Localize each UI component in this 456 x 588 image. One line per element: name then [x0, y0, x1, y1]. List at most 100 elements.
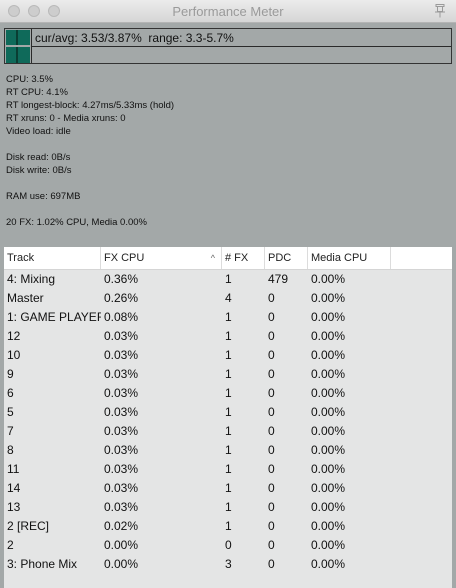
table-cell: 2	[7, 538, 14, 552]
table-row[interactable]: 3: Phone Mix 0.00% 3 0 0.00%	[4, 555, 452, 574]
table-cell: 0.00%	[311, 310, 346, 324]
table-cell: 0.03%	[104, 405, 139, 419]
table-cell: 3: Phone Mix	[7, 557, 78, 571]
table-cell: 0.00%	[104, 557, 139, 571]
table-cell: 0.03%	[104, 386, 139, 400]
table-cell: 0.08%	[104, 310, 139, 324]
table-cell: 0	[268, 481, 275, 495]
table-cell: 5	[7, 405, 14, 419]
table-cell: 0.03%	[104, 424, 139, 438]
table-cell: 1	[225, 405, 232, 419]
table-cell: 0	[268, 462, 275, 476]
table-cell: 9	[7, 367, 14, 381]
table-cell: 0.00%	[311, 329, 346, 343]
table-cell: 1	[225, 310, 232, 324]
table-cell: 11	[7, 462, 20, 476]
table-cell: 1	[225, 367, 232, 381]
table-cell: 0	[268, 405, 275, 419]
table-cell: 2 [REC]	[7, 519, 50, 533]
table-cell: 0.03%	[104, 443, 139, 457]
table-row[interactable]: 12 0.03% 1 0 0.00%	[4, 327, 452, 346]
table-cell: 0.00%	[311, 519, 346, 533]
table-cell: 1	[225, 272, 232, 286]
column-header-track[interactable]: Track	[4, 247, 101, 269]
table-cell: 1	[225, 462, 232, 476]
stat-ram-use: RAM use: 697MB	[6, 191, 81, 202]
column-header-pdc[interactable]: PDC	[265, 247, 308, 269]
table-cell: 0	[268, 291, 275, 305]
stat-video-load: Video load: idle	[6, 126, 71, 137]
table-row[interactable]: 8 0.03% 1 0 0.00%	[4, 441, 452, 460]
cpu-meter-bar-average	[6, 47, 30, 63]
table-cell: 1	[225, 329, 232, 343]
table-cell: 0.03%	[104, 348, 139, 362]
table-cell: 0.26%	[104, 291, 139, 305]
table-cell: 0	[268, 519, 275, 533]
stat-cpu: CPU: 3.5%	[6, 74, 53, 85]
table-cell: 0	[268, 443, 275, 457]
table-cell: 0	[268, 329, 275, 343]
table-cell: 0	[225, 538, 232, 552]
fx-cpu-table: Track FX CPU ^ # FX PDC Media CPU 4: Mixi…	[4, 247, 452, 588]
table-cell: 14	[7, 481, 21, 495]
table-cell: 1	[225, 424, 232, 438]
table-row[interactable]: 10 0.03% 1 0 0.00%	[4, 346, 452, 365]
table-cell: 0.00%	[311, 272, 346, 286]
table-row[interactable]: 4: Mixing 0.36% 1 479 0.00%	[4, 270, 452, 289]
cpu-meter-bar-current	[6, 30, 30, 45]
table-cell: 3	[225, 557, 232, 571]
stat-rt-longest-block: RT longest-block: 4.27ms/5.33ms (hold)	[6, 100, 175, 111]
table-cell: 4: Mixing	[7, 272, 56, 286]
table-cell: 0.00%	[311, 538, 346, 552]
table-cell: 0.00%	[311, 291, 346, 305]
pin-icon[interactable]	[434, 4, 446, 18]
table-row[interactable]: 13 0.03% 1 0 0.00%	[4, 498, 452, 517]
table-cell: 4	[225, 291, 232, 305]
table-cell: Master	[7, 291, 44, 305]
column-header-fx-cpu[interactable]: FX CPU ^	[101, 247, 222, 269]
cpu-meter: cur/avg: 3.53/3.87% range: 3.3-5.7%	[4, 28, 452, 64]
table-cell: 0	[268, 310, 275, 324]
stat-disk-read: Disk read: 0B/s	[6, 152, 71, 163]
table-cell: 0	[268, 538, 275, 552]
table-cell: 13	[7, 500, 21, 514]
table-cell: 1	[225, 386, 232, 400]
table-cell: 0.00%	[311, 557, 346, 571]
table-row[interactable]: 6 0.03% 1 0 0.00%	[4, 384, 452, 403]
table-row[interactable]: 5 0.03% 1 0 0.00%	[4, 403, 452, 422]
table-row[interactable]: 2 0.00% 0 0 0.00%	[4, 536, 452, 555]
table-row[interactable]: 11 0.03% 1 0 0.00%	[4, 460, 452, 479]
table-row[interactable]: 7 0.03% 1 0 0.00%	[4, 422, 452, 441]
table-cell: 6	[7, 386, 14, 400]
table-cell: 0.00%	[311, 443, 346, 457]
table-cell: 1: GAME PLAYER	[7, 310, 101, 324]
table-cell: 0.00%	[311, 348, 346, 362]
table-row[interactable]: Master 0.26% 4 0 0.00%	[4, 289, 452, 308]
cpu-meter-readout: cur/avg: 3.53/3.87% range: 3.3-5.7%	[35, 31, 234, 45]
table-row[interactable]: 1: GAME PLAYER 0.08% 1 0 0.00%	[4, 308, 452, 327]
table-cell: 0.00%	[311, 405, 346, 419]
column-header-media-cpu[interactable]: Media CPU	[308, 247, 391, 269]
table-cell: 479	[268, 272, 289, 286]
table-cell: 0.36%	[104, 272, 139, 286]
table-cell: 0.03%	[104, 500, 139, 514]
stat-disk-write: Disk write: 0B/s	[6, 165, 72, 176]
table-cell: 0.03%	[104, 329, 139, 343]
table-row[interactable]: 14 0.03% 1 0 0.00%	[4, 479, 452, 498]
column-header-fx-count[interactable]: # FX	[222, 247, 265, 269]
table-row[interactable]: 9 0.03% 1 0 0.00%	[4, 365, 452, 384]
table-cell: 0.00%	[311, 462, 346, 476]
table-cell: 0.00%	[311, 481, 346, 495]
table-cell: 8	[7, 443, 14, 457]
table-cell: 0.00%	[104, 538, 139, 552]
table-cell: 0	[268, 367, 275, 381]
table-cell: 0.03%	[104, 367, 139, 381]
table-cell: 0	[268, 424, 275, 438]
sort-ascending-icon: ^	[210, 253, 215, 263]
title-bar: Performance Meter	[0, 0, 456, 23]
table-cell: 0.03%	[104, 481, 139, 495]
table-cell: 1	[225, 519, 232, 533]
table-cell: 0.00%	[311, 386, 346, 400]
table-cell: 0.02%	[104, 519, 139, 533]
table-row[interactable]: 2 [REC] 0.02% 1 0 0.00%	[4, 517, 452, 536]
